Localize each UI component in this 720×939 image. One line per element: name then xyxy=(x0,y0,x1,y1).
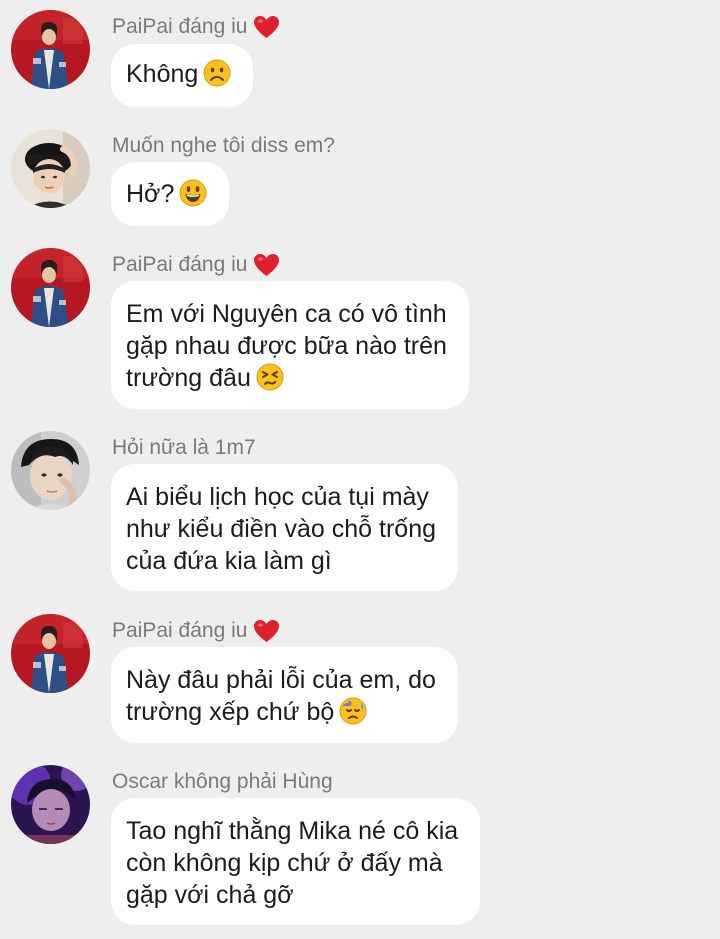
message-line: Không xyxy=(126,58,231,90)
sender-name: PaiPai đáng iu xyxy=(112,616,280,646)
sender-name-text: Muốn nghe tôi diss em? xyxy=(112,134,335,157)
downcast-sweat-face-icon xyxy=(339,697,367,725)
message-bubble[interactable]: Không xyxy=(111,44,254,107)
message-group: PaiPai đáng iu Không xyxy=(0,10,720,110)
sender-name-text: Oscar không phải Hùng xyxy=(112,770,333,793)
message-line: Ai biểu lịch học của tụi mày xyxy=(126,483,429,511)
message-line: Hở? xyxy=(126,178,207,210)
sender-name: Hỏi nữa là 1m7 xyxy=(112,433,256,463)
avatar[interactable] xyxy=(11,614,90,693)
sender-name-text: Hỏi nữa là 1m7 xyxy=(112,436,256,459)
red-heart-icon xyxy=(253,15,280,39)
message-line: gặp nhau được bữa nào trên xyxy=(126,332,447,360)
message-bubble[interactable]: Này đâu phải lỗi của em, do trường xếp c… xyxy=(111,647,458,743)
frowning-face-icon xyxy=(203,59,231,87)
red-heart-icon xyxy=(253,619,280,643)
avatar[interactable] xyxy=(11,431,90,510)
message-bubble[interactable]: Hở? xyxy=(111,162,230,226)
sender-name: PaiPai đáng iu xyxy=(112,250,280,280)
avatar[interactable] xyxy=(11,765,90,844)
avatar-hat-boy-icon xyxy=(11,129,90,208)
message-line: như kiểu điền vào chỗ trống xyxy=(126,515,436,543)
sender-name: Oscar không phải Hùng xyxy=(112,767,333,797)
persevering-face-icon xyxy=(256,363,284,391)
message-group: Muốn nghe tôi diss em? Hở? xyxy=(0,129,720,229)
message-line: trường đâu xyxy=(126,362,447,394)
sender-name-text: PaiPai đáng iu xyxy=(112,15,248,38)
message-group: Hỏi nữa là 1m7 Ai biểu lịch học của tụi … xyxy=(0,431,720,596)
chat-thread: PaiPai đáng iu Không Muốn nghe tôi diss … xyxy=(0,0,720,939)
grinning-face-icon xyxy=(179,179,207,207)
avatar-purple-light-boy-icon xyxy=(11,765,90,844)
message-group: PaiPai đáng iu Em với Nguyên ca có vô tì… xyxy=(0,248,720,413)
red-heart-icon xyxy=(253,253,280,277)
message-group: PaiPai đáng iu Này đâu phải lỗi của em, … xyxy=(0,614,720,749)
message-line: của đứa kia làm gì xyxy=(126,547,332,575)
message-group: Oscar không phải Hùng Tao nghĩ thằng Mik… xyxy=(0,765,720,930)
avatar-dark-hair-boy-icon xyxy=(11,431,90,510)
message-bubble[interactable]: Ai biểu lịch học của tụi mày như kiểu đi… xyxy=(111,464,458,591)
avatar-red-wall-jacket-icon xyxy=(11,10,90,89)
sender-name: Muốn nghe tôi diss em? xyxy=(112,131,335,161)
sender-name-text: PaiPai đáng iu xyxy=(112,253,248,276)
sender-name-text: PaiPai đáng iu xyxy=(112,619,248,642)
message-line: trường xếp chứ bộ xyxy=(126,696,436,728)
avatar[interactable] xyxy=(11,10,90,89)
message-bubble[interactable]: Em với Nguyên ca có vô tình gặp nhau đượ… xyxy=(111,281,469,409)
message-line: Này đâu phải lỗi của em, do xyxy=(126,666,436,694)
message-bubble[interactable]: Tao nghĩ thằng Mika né cô kia còn không … xyxy=(111,798,481,925)
message-line: gặp với chả gỡ xyxy=(126,881,294,909)
sender-name: PaiPai đáng iu xyxy=(112,12,280,42)
avatar[interactable] xyxy=(11,248,90,327)
avatar[interactable] xyxy=(11,129,90,208)
message-line: Tao nghĩ thằng Mika né cô kia xyxy=(126,817,459,845)
avatar-red-wall-jacket-icon xyxy=(11,614,90,693)
message-line: còn không kịp chứ ở đấy mà xyxy=(126,849,443,877)
message-line: Em với Nguyên ca có vô tình xyxy=(126,300,447,328)
avatar-red-wall-jacket-icon xyxy=(11,248,90,327)
